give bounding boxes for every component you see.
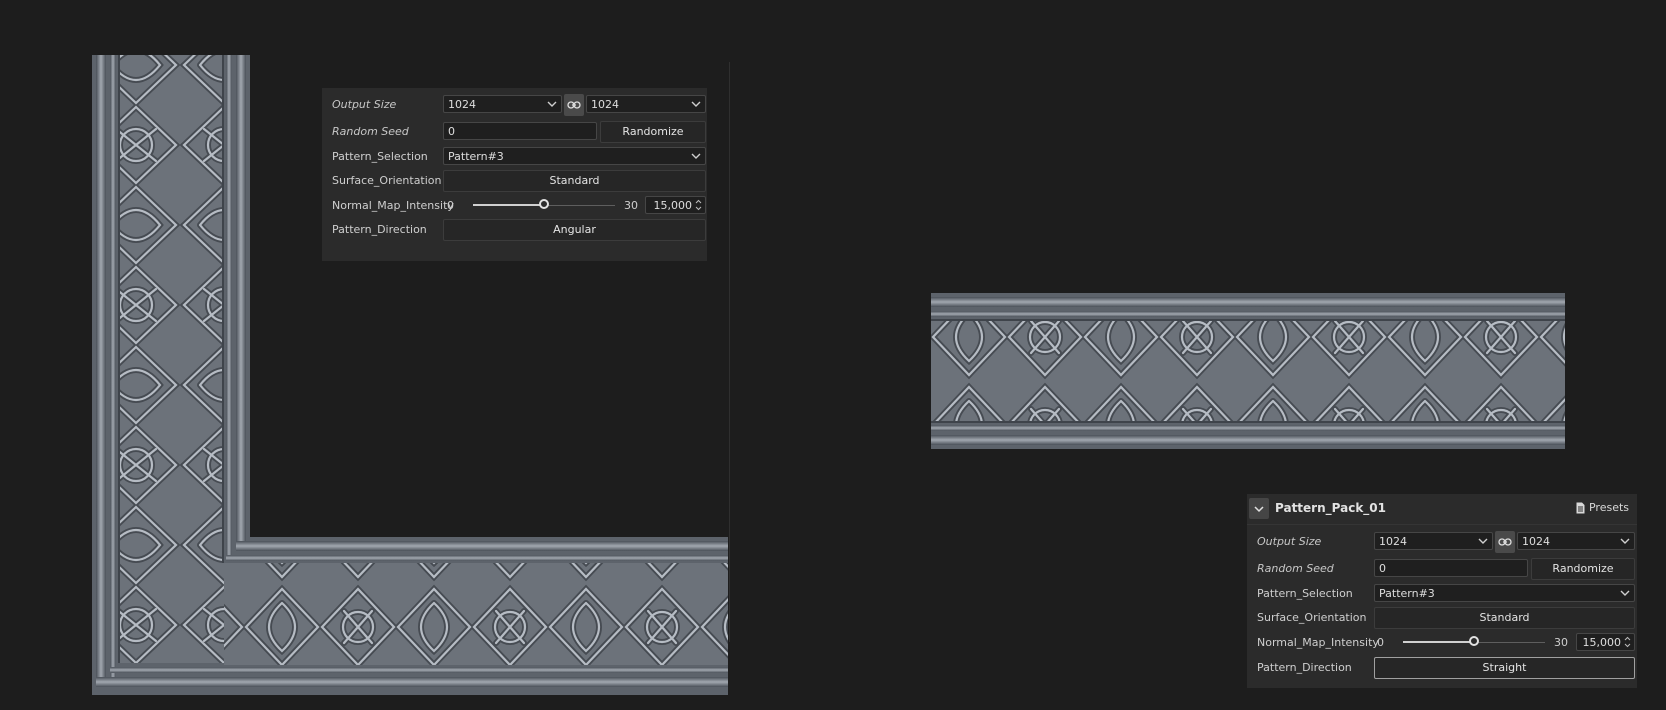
chevron-down-icon <box>547 101 557 107</box>
surface-orientation-button[interactable]: Standard <box>443 170 706 192</box>
output-size-label: Output Size <box>1257 535 1322 548</box>
intensity-slider-fill <box>1403 641 1475 643</box>
intensity-slider-handle[interactable] <box>1469 636 1479 646</box>
pattern-selection-select[interactable]: Pattern#3 <box>1374 584 1635 602</box>
intensity-spinbox[interactable]: 15,000 <box>645 196 706 214</box>
random-seed-row: Random Seed 0 Randomize <box>322 121 707 143</box>
randomize-button[interactable]: Randomize <box>1531 558 1635 580</box>
normal-map-intensity-label: Normal_Map_Intensity <box>332 199 454 212</box>
random-seed-label: Random Seed <box>332 125 409 138</box>
presets-button[interactable]: Presets <box>1576 501 1629 514</box>
pattern-selection-label: Pattern_Selection <box>1257 587 1353 600</box>
panel-header: Pattern_Pack_01 Presets <box>1247 494 1637 525</box>
output-height-value: 1024 <box>591 98 619 111</box>
output-width-value: 1024 <box>1379 535 1407 548</box>
output-width-value: 1024 <box>448 98 476 111</box>
spin-arrows-icon[interactable] <box>1624 636 1631 648</box>
presets-label: Presets <box>1588 501 1629 514</box>
normal-map-intensity-row: Normal_Map_Intensity 0 30 15,000 <box>1247 632 1637 654</box>
chevron-down-icon <box>691 153 701 159</box>
random-seed-input[interactable]: 0 <box>1374 559 1528 577</box>
pattern-direction-row: Pattern_Direction Straight <box>1247 657 1637 679</box>
normal-map-intensity-row: Normal_Map_Intensity 0 30 15,000 <box>322 195 707 217</box>
output-size-row: Output Size 1024 1024 <box>322 94 707 116</box>
chevron-down-icon <box>1620 590 1630 596</box>
link-icon <box>567 101 581 109</box>
surface-orientation-button[interactable]: Standard <box>1374 607 1635 629</box>
link-size-button[interactable] <box>564 94 584 116</box>
output-height-value: 1024 <box>1522 535 1550 548</box>
normal-map-intensity-label: Normal_Map_Intensity <box>1257 636 1379 649</box>
chevron-down-icon <box>691 101 701 107</box>
intensity-value: 15,000 <box>1582 636 1622 649</box>
surface-orientation-row: Surface_Orientation Standard <box>322 170 707 192</box>
intensity-slider-handle[interactable] <box>539 199 549 209</box>
random-seed-row: Random Seed 0 Randomize <box>1247 558 1637 580</box>
intensity-spinbox[interactable]: 15,000 <box>1576 633 1635 651</box>
parameters-panel-pattern-pack: Pattern_Pack_01 Presets Output Size 1024… <box>1247 494 1637 688</box>
pattern-selection-value: Pattern#3 <box>448 150 504 163</box>
pattern-direction-row: Pattern_Direction Angular <box>322 219 707 241</box>
random-seed-input[interactable]: 0 <box>443 122 597 140</box>
pattern-selection-select[interactable]: Pattern#3 <box>443 147 706 165</box>
pattern-direction-button[interactable]: Straight <box>1374 657 1635 679</box>
pattern-direction-button[interactable]: Angular <box>443 219 706 241</box>
pattern-selection-label: Pattern_Selection <box>332 150 428 163</box>
slider-min-label: 0 <box>447 199 454 212</box>
output-width-select[interactable]: 1024 <box>1374 532 1493 550</box>
output-height-select[interactable]: 1024 <box>1517 532 1635 550</box>
output-size-row: Output Size 1024 1024 <box>1247 531 1637 553</box>
surface-orientation-label: Surface_Orientation <box>1257 611 1367 624</box>
pattern-direction-label: Pattern_Direction <box>1257 661 1352 674</box>
intensity-slider-fill <box>473 204 545 206</box>
random-seed-label: Random Seed <box>1257 562 1334 575</box>
straight-strip-texture <box>931 293 1565 449</box>
surface-orientation-row: Surface_Orientation Standard <box>1247 607 1637 629</box>
chevron-down-icon <box>1620 538 1630 544</box>
surface-orientation-label: Surface_Orientation <box>332 174 442 187</box>
link-icon <box>1498 538 1512 546</box>
slider-max-label: 30 <box>624 199 638 212</box>
document-icon <box>1576 502 1585 513</box>
output-width-select[interactable]: 1024 <box>443 95 562 113</box>
pattern-selection-value: Pattern#3 <box>1379 587 1435 600</box>
slider-max-label: 30 <box>1554 636 1568 649</box>
randomize-button[interactable]: Randomize <box>600 121 706 143</box>
slider-min-label: 0 <box>1377 636 1384 649</box>
output-height-select[interactable]: 1024 <box>586 95 706 113</box>
viewport-divider <box>729 62 730 642</box>
pattern-selection-row: Pattern_Selection Pattern#3 <box>322 146 707 168</box>
collapse-chevron-icon <box>1254 505 1264 512</box>
collapse-button[interactable] <box>1249 498 1269 519</box>
spin-arrows-icon[interactable] <box>695 199 702 211</box>
link-size-button[interactable] <box>1495 531 1515 553</box>
panel-title: Pattern_Pack_01 <box>1275 501 1387 515</box>
pattern-selection-row: Pattern_Selection Pattern#3 <box>1247 583 1637 605</box>
output-size-label: Output Size <box>332 98 397 111</box>
intensity-value: 15,000 <box>653 199 693 212</box>
parameters-panel-angular: Output Size 1024 1024 Random Seed 0 Rand… <box>322 88 707 261</box>
chevron-down-icon <box>1478 538 1488 544</box>
pattern-direction-label: Pattern_Direction <box>332 223 427 236</box>
